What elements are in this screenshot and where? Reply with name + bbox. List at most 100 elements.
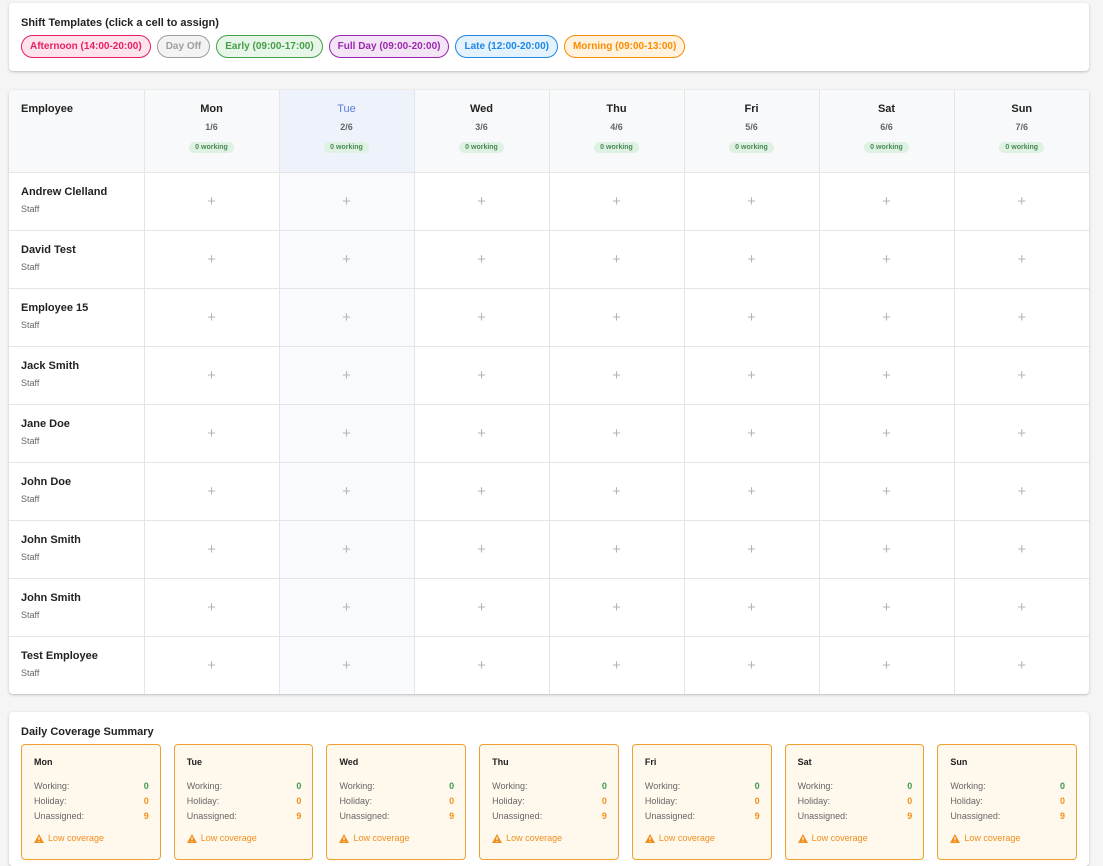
shift-template-chip[interactable]: Early (09:00-17:00) xyxy=(216,35,323,58)
coverage-row: Unassigned: 9 xyxy=(950,811,1065,821)
assign-shift-cell[interactable]: + xyxy=(279,462,415,521)
coverage-day: Tue xyxy=(186,757,203,767)
assign-shift-cell[interactable]: + xyxy=(684,404,820,463)
assign-shift-cell[interactable]: + xyxy=(144,578,280,637)
assign-shift-cell[interactable]: + xyxy=(414,288,550,347)
add-icon: + xyxy=(477,482,486,500)
add-icon: + xyxy=(612,192,621,210)
assign-shift-cell[interactable]: + xyxy=(144,346,280,405)
add-icon: + xyxy=(612,656,621,674)
assign-shift-cell[interactable]: + xyxy=(954,288,1089,347)
coverage-card-sat: Sat Working: 0 Holiday: 0 Unassigned: 9 Low cov… xyxy=(784,744,925,860)
assign-shift-cell[interactable]: + xyxy=(279,578,415,637)
assign-shift-cell[interactable]: + xyxy=(549,288,685,347)
assign-shift-cell[interactable]: + xyxy=(279,288,415,347)
coverage-day: Wed xyxy=(339,757,359,767)
assign-shift-cell[interactable]: + xyxy=(819,288,955,347)
assign-shift-cell[interactable]: + xyxy=(819,404,955,463)
assign-shift-cell[interactable]: + xyxy=(414,578,550,637)
assign-shift-cell[interactable]: + xyxy=(414,346,550,405)
assign-shift-cell[interactable]: + xyxy=(279,520,415,579)
holiday-value: 0 xyxy=(601,796,607,806)
assign-shift-cell[interactable]: + xyxy=(954,462,1089,521)
working-value: 0 xyxy=(601,781,607,791)
assign-shift-cell[interactable]: + xyxy=(144,288,280,347)
assign-shift-cell[interactable]: + xyxy=(414,230,550,289)
assign-shift-cell[interactable]: + xyxy=(144,462,280,521)
assign-shift-cell[interactable]: + xyxy=(549,346,685,405)
assign-shift-cell[interactable]: + xyxy=(549,520,685,579)
assign-shift-cell[interactable]: + xyxy=(684,230,820,289)
shift-template-chips: Afternoon (14:00-20:00) Day Off Early (09:… xyxy=(21,35,1077,58)
shift-template-chip[interactable]: Afternoon (14:00-20:00) xyxy=(21,35,151,58)
shift-template-chip[interactable]: Day Off xyxy=(156,35,211,58)
assign-shift-cell[interactable]: + xyxy=(819,578,955,637)
assign-shift-cell[interactable]: + xyxy=(414,462,550,521)
employee-name: David Test xyxy=(21,243,76,256)
assign-shift-cell[interactable]: + xyxy=(414,520,550,579)
assign-shift-cell[interactable]: + xyxy=(954,346,1089,405)
add-icon: + xyxy=(342,540,351,558)
assign-shift-cell[interactable]: + xyxy=(954,230,1089,289)
assign-shift-cell[interactable]: + xyxy=(819,346,955,405)
assign-shift-cell[interactable]: + xyxy=(684,346,820,405)
coverage-row: Unassigned: 9 xyxy=(645,811,760,821)
assign-shift-cell[interactable]: + xyxy=(144,636,280,694)
assign-shift-cell[interactable]: + xyxy=(549,636,685,694)
assign-shift-cell[interactable]: + xyxy=(954,636,1089,694)
assign-shift-cell[interactable]: + xyxy=(954,404,1089,463)
shift-template-chip[interactable]: Morning (09:00-13:00) xyxy=(563,35,686,58)
assign-shift-cell[interactable]: + xyxy=(819,172,955,231)
assign-shift-cell[interactable]: + xyxy=(819,230,955,289)
employee-row: Jane Doe Staff + + + + + + + xyxy=(9,404,1089,463)
assign-shift-cell[interactable]: + xyxy=(684,172,820,231)
employee-name: Employee 15 xyxy=(21,301,89,314)
assign-shift-cell[interactable]: + xyxy=(414,636,550,694)
assign-shift-cell[interactable]: + xyxy=(279,636,415,694)
assign-shift-cell[interactable]: + xyxy=(549,404,685,463)
add-icon: + xyxy=(747,192,756,210)
assign-shift-cell[interactable]: + xyxy=(819,462,955,521)
assign-shift-cell[interactable]: + xyxy=(819,520,955,579)
assign-shift-cell[interactable]: + xyxy=(684,578,820,637)
assign-shift-cell[interactable]: + xyxy=(684,288,820,347)
employee-cell: Jack Smith Staff xyxy=(9,346,145,405)
assign-shift-cell[interactable]: + xyxy=(684,462,820,521)
assign-shift-cell[interactable]: + xyxy=(549,462,685,521)
assign-shift-cell[interactable]: + xyxy=(684,636,820,694)
assign-shift-cell[interactable]: + xyxy=(279,172,415,231)
assign-shift-cell[interactable]: + xyxy=(144,230,280,289)
add-icon: + xyxy=(342,250,351,268)
low-coverage-label: Low coverage xyxy=(506,833,563,843)
assign-shift-cell[interactable]: + xyxy=(549,578,685,637)
add-icon: + xyxy=(342,308,351,326)
unassigned-label: Unassigned: xyxy=(950,811,1001,821)
assign-shift-cell[interactable]: + xyxy=(144,404,280,463)
assign-shift-cell[interactable]: + xyxy=(954,578,1089,637)
employee-name: John Smith xyxy=(21,533,81,546)
shift-template-chip[interactable]: Late (12:00-20:00) xyxy=(455,35,558,58)
shift-template-chip[interactable]: Full Day (09:00-20:00) xyxy=(328,35,450,58)
assign-shift-cell[interactable]: + xyxy=(954,172,1089,231)
assign-shift-cell[interactable]: + xyxy=(279,346,415,405)
add-icon: + xyxy=(207,366,216,384)
assign-shift-cell[interactable]: + xyxy=(279,404,415,463)
assign-shift-cell[interactable]: + xyxy=(414,404,550,463)
assign-shift-cell[interactable]: + xyxy=(414,172,550,231)
assign-shift-cell[interactable]: + xyxy=(954,520,1089,579)
assign-shift-cell[interactable]: + xyxy=(684,520,820,579)
assign-shift-cell[interactable]: + xyxy=(549,230,685,289)
working-value: 0 xyxy=(143,781,149,791)
day-header-wed: Wed 3/6 0 working xyxy=(414,90,550,173)
assign-shift-cell[interactable]: + xyxy=(279,230,415,289)
add-icon: + xyxy=(477,424,486,442)
day-name: Sat xyxy=(877,103,896,115)
assign-shift-cell[interactable]: + xyxy=(549,172,685,231)
assign-shift-cell[interactable]: + xyxy=(819,636,955,694)
add-icon: + xyxy=(477,540,486,558)
warning-icon xyxy=(339,833,350,843)
day-date: 6/6 xyxy=(880,122,893,132)
assign-shift-cell[interactable]: + xyxy=(144,172,280,231)
assign-shift-cell[interactable]: + xyxy=(144,520,280,579)
low-coverage-label: Low coverage xyxy=(200,833,257,843)
